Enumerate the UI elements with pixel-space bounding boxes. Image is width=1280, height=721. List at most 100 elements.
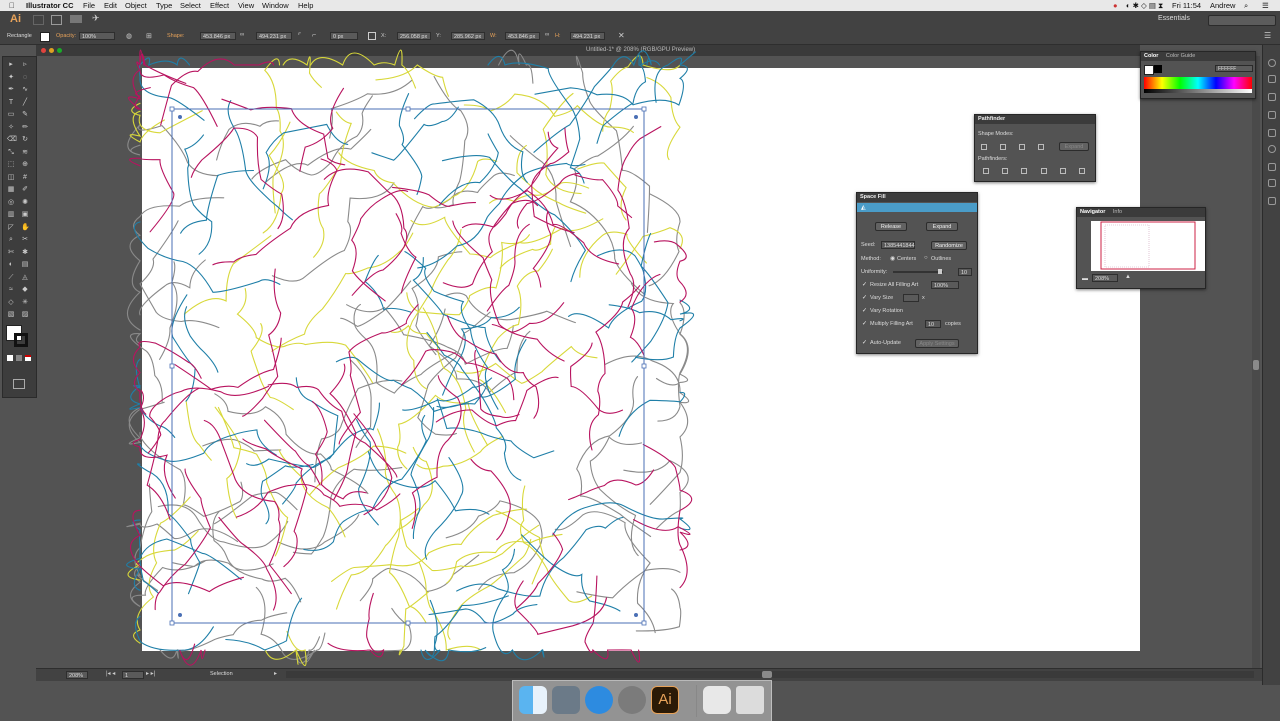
transparency-icon[interactable] bbox=[1268, 179, 1276, 187]
type-tool-icon[interactable]: T bbox=[7, 99, 15, 107]
status-menu-arrow-icon[interactable]: ▸ bbox=[274, 670, 277, 677]
knife-tool-icon[interactable]: ✂ bbox=[21, 236, 29, 244]
line-tool-icon[interactable]: ╱ bbox=[21, 99, 29, 107]
resize-field[interactable]: 100% bbox=[931, 281, 959, 289]
zoom-in-icon[interactable]: ▲ bbox=[1125, 274, 1131, 280]
artboard-number-field[interactable]: 1 bbox=[122, 671, 144, 679]
art-stroke[interactable] bbox=[413, 99, 528, 183]
art-stroke[interactable] bbox=[646, 77, 681, 161]
art-stroke[interactable] bbox=[418, 562, 482, 651]
graph-tool-icon[interactable]: ▥ bbox=[7, 211, 15, 219]
vary-size-field[interactable] bbox=[903, 294, 919, 302]
none-mode-icon[interactable] bbox=[25, 355, 31, 361]
symbol-sprayer-tool-icon[interactable]: ✺ bbox=[21, 199, 29, 207]
art-stroke[interactable] bbox=[353, 303, 457, 394]
trim-icon[interactable] bbox=[1002, 168, 1008, 174]
art-stroke[interactable] bbox=[514, 580, 608, 635]
release-button[interactable]: Release bbox=[875, 222, 907, 231]
column-graph-tool-icon[interactable]: ▧ bbox=[7, 311, 15, 319]
artboard-nav-icons[interactable]: |◂ ◂ bbox=[106, 670, 115, 677]
art-stroke[interactable] bbox=[331, 508, 528, 582]
color-fill-swatch[interactable] bbox=[1144, 65, 1154, 75]
tab-info[interactable]: Info bbox=[1113, 209, 1122, 215]
hex-field[interactable]: FFFFFF bbox=[1215, 65, 1253, 72]
rectangle-tool-icon[interactable]: ▭ bbox=[7, 111, 15, 119]
seed-field[interactable]: 1385441844 bbox=[881, 241, 915, 249]
art-stroke[interactable] bbox=[129, 157, 175, 233]
scissors-tool-icon[interactable]: ✄ bbox=[7, 249, 15, 257]
art-stroke[interactable] bbox=[486, 223, 530, 312]
art-stroke[interactable] bbox=[129, 358, 176, 438]
lasso-tool-icon[interactable]: ◌ bbox=[21, 74, 29, 82]
horizontal-scroll-thumb[interactable] bbox=[762, 671, 772, 678]
art-stroke[interactable] bbox=[604, 355, 690, 505]
art-stroke[interactable] bbox=[584, 575, 641, 663]
system-preferences-icon[interactable] bbox=[618, 686, 646, 714]
minus-back-icon[interactable] bbox=[1079, 168, 1085, 174]
eraser-tool-icon[interactable]: ⌫ bbox=[7, 136, 17, 144]
pattern-tool-icon[interactable]: ▤ bbox=[21, 261, 29, 269]
intersect-icon[interactable] bbox=[1019, 144, 1025, 150]
art-stroke[interactable] bbox=[214, 406, 242, 519]
mirror-tool-icon[interactable]: ◐ bbox=[7, 261, 15, 269]
art-stroke[interactable] bbox=[371, 106, 459, 161]
expand-button[interactable]: Expand bbox=[926, 222, 958, 231]
launchpad-icon[interactable] bbox=[552, 686, 580, 714]
art-stroke[interactable] bbox=[160, 58, 275, 126]
art-stroke[interactable] bbox=[397, 394, 489, 470]
art-stroke[interactable] bbox=[433, 75, 469, 209]
uniformity-field[interactable]: 10 bbox=[958, 268, 972, 276]
shaper-tool-icon[interactable]: ✧ bbox=[7, 124, 15, 132]
art-stroke[interactable] bbox=[314, 379, 403, 483]
art-stroke[interactable] bbox=[406, 172, 515, 240]
art-stroke[interactable] bbox=[250, 323, 294, 411]
rotate-tool-icon[interactable]: ↻ bbox=[21, 136, 29, 144]
merge-icon[interactable] bbox=[1021, 168, 1027, 174]
art-stroke[interactable] bbox=[579, 231, 647, 278]
vertical-scroll-thumb[interactable] bbox=[1253, 360, 1259, 370]
art-stroke[interactable] bbox=[127, 124, 219, 177]
art-stroke[interactable] bbox=[452, 220, 565, 362]
status-zoom-field[interactable]: 208% bbox=[66, 671, 88, 679]
zoom-tool-icon[interactable]: ⌕ bbox=[7, 236, 15, 244]
shape-builder-tool-icon[interactable]: ⊕ bbox=[21, 161, 29, 169]
divide-icon[interactable] bbox=[983, 168, 989, 174]
blend-tool-icon[interactable]: ◎ bbox=[7, 199, 15, 207]
warp-tool-icon[interactable]: ≈ bbox=[7, 286, 15, 294]
illustrator-dock-icon[interactable]: Ai bbox=[651, 686, 679, 714]
eyedropper-tool-icon[interactable]: ✐ bbox=[21, 186, 29, 194]
art-stroke[interactable] bbox=[498, 49, 534, 84]
brushes-icon[interactable] bbox=[1268, 111, 1276, 119]
art-stroke[interactable] bbox=[292, 467, 403, 555]
exclude-icon[interactable] bbox=[1038, 144, 1044, 150]
uniformity-slider-thumb[interactable] bbox=[938, 269, 942, 274]
layers-icon[interactable] bbox=[1268, 197, 1276, 205]
art-stroke[interactable] bbox=[618, 391, 686, 437]
unite-icon[interactable] bbox=[981, 144, 987, 150]
art-stroke[interactable] bbox=[184, 134, 213, 255]
art-stroke[interactable] bbox=[185, 400, 212, 461]
art-stroke[interactable] bbox=[495, 510, 545, 585]
art-stroke[interactable] bbox=[642, 443, 693, 589]
art-stroke[interactable] bbox=[264, 630, 307, 667]
shear-tool-icon[interactable]: ⟋ bbox=[7, 274, 15, 282]
multiply-checkbox[interactable]: ✓ bbox=[862, 320, 867, 327]
pathfinder-title[interactable]: Pathfinder bbox=[975, 115, 1095, 124]
art-stroke[interactable] bbox=[236, 288, 374, 384]
minus-front-icon[interactable] bbox=[1000, 144, 1006, 150]
art-stroke[interactable] bbox=[329, 363, 357, 501]
space-fill-title[interactable]: Space Fill bbox=[857, 193, 977, 202]
art-stroke[interactable] bbox=[246, 377, 339, 468]
art-stroke[interactable] bbox=[131, 102, 203, 134]
apply-settings-button[interactable]: Apply Settings bbox=[915, 339, 959, 348]
art-stroke[interactable] bbox=[216, 120, 280, 161]
color-mode-icon[interactable] bbox=[7, 355, 13, 361]
art-stroke[interactable] bbox=[159, 261, 178, 360]
art-stroke[interactable] bbox=[424, 599, 487, 662]
art-stroke[interactable] bbox=[159, 612, 288, 659]
art-stroke[interactable] bbox=[576, 568, 681, 599]
paintbrush-tool-icon[interactable]: ✎ bbox=[21, 111, 29, 119]
auto-update-checkbox[interactable]: ✓ bbox=[862, 339, 867, 346]
method-outlines-radio[interactable]: ○ bbox=[924, 255, 928, 261]
art-stroke[interactable] bbox=[340, 280, 412, 327]
